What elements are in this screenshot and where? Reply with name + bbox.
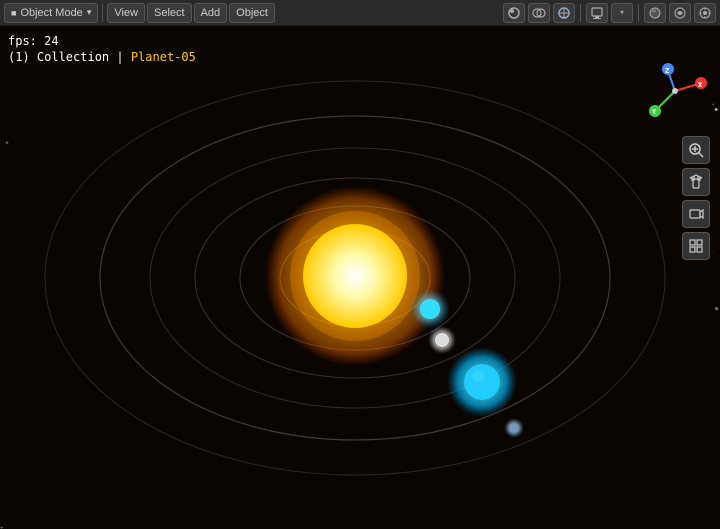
collection-label: (1) Collection | Planet-05	[8, 50, 196, 64]
render-preview-icon[interactable]	[669, 3, 691, 23]
svg-text:Z: Z	[665, 67, 669, 75]
toolbar: ■ Object Mode ▾ View Select Add Object	[0, 0, 720, 26]
object-menu[interactable]: Object	[229, 3, 275, 23]
overlay-icon[interactable]	[528, 3, 550, 23]
pan-button[interactable]	[682, 168, 710, 196]
viewport[interactable]: fps: 24 (1) Collection | Planet-05 Z X Y	[0, 26, 720, 529]
fps-display: fps: 24	[8, 34, 59, 48]
select-menu[interactable]: Select	[147, 3, 192, 23]
camera-view-button[interactable]	[682, 200, 710, 228]
solar-system	[0, 26, 720, 529]
zoom-button[interactable]	[682, 136, 710, 164]
viewport-options-icon[interactable]	[694, 3, 716, 23]
viewport-gizmo[interactable]: Z X Y	[640, 56, 710, 126]
viewport-controls	[682, 136, 710, 260]
toolbar-right: ▾	[503, 3, 716, 23]
add-menu[interactable]: Add	[194, 3, 228, 23]
sep-right2	[638, 4, 639, 22]
object-mode-label: Object Mode	[20, 7, 82, 19]
view-menu[interactable]: View	[107, 3, 145, 23]
sep-right	[580, 4, 581, 22]
viewport-shading-icon[interactable]	[503, 3, 525, 23]
separator-1	[102, 4, 103, 22]
object-mode-icon: ■	[11, 8, 16, 18]
render-mode-dropdown[interactable]: ▾	[611, 3, 633, 23]
gizmo-toggle-icon[interactable]	[553, 3, 575, 23]
grid-view-button[interactable]	[682, 232, 710, 260]
render-icon[interactable]	[586, 3, 608, 23]
mode-dropdown-arrow: ▾	[87, 7, 92, 18]
material-preview-icon[interactable]	[644, 3, 666, 23]
object-mode-button[interactable]: ■ Object Mode ▾	[4, 3, 98, 23]
